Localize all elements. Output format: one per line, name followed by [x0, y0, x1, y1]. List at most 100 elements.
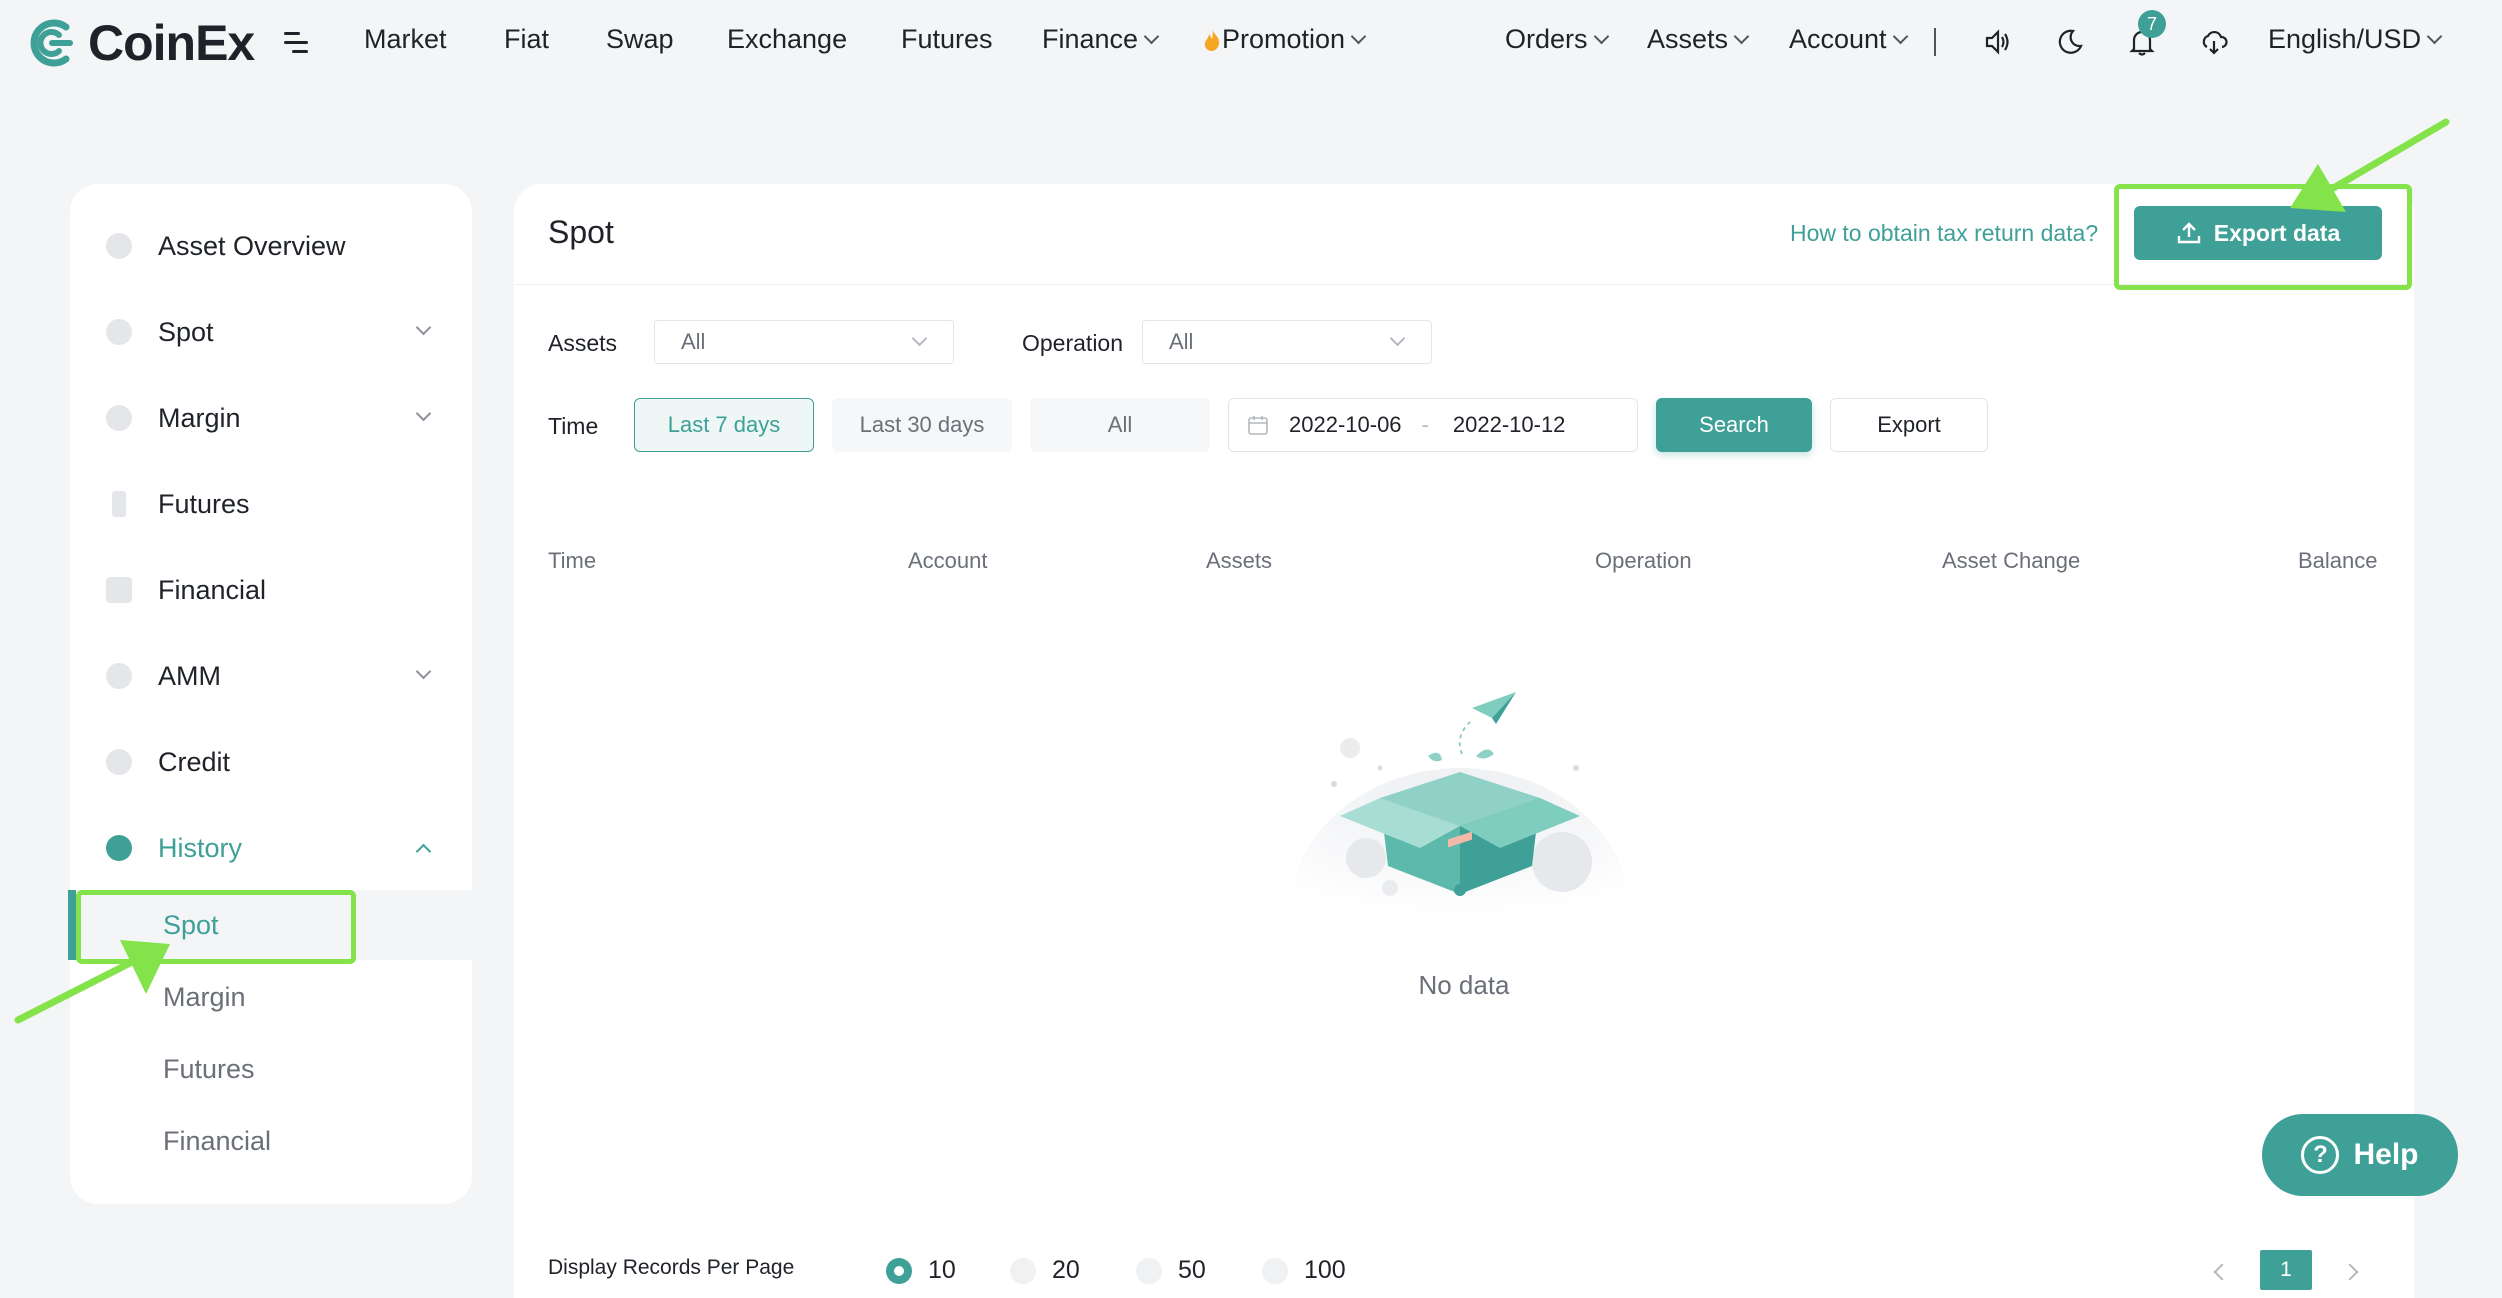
fire-icon — [1204, 28, 1220, 51]
radio-icon — [1010, 1257, 1036, 1284]
nav-orders[interactable]: Orders — [1505, 24, 1609, 55]
sidebar-subitem-history-margin[interactable]: Margin — [70, 962, 472, 1032]
history-spot-highlight-box — [76, 890, 356, 964]
calendar-icon — [1248, 416, 1268, 435]
language-label: English/USD — [2268, 24, 2422, 54]
radio-icon — [886, 1257, 912, 1284]
asset-sidebar: Asset Overview Spot Margin Futures Finan… — [68, 184, 472, 1204]
menu-toggle-icon[interactable] — [284, 32, 308, 54]
sidebar-item-futures[interactable]: Futures — [70, 472, 472, 536]
coinex-logo[interactable]: CoinEx — [26, 15, 255, 71]
operation-select-value: All — [1169, 329, 1194, 354]
coinex-logo-icon — [30, 19, 73, 67]
spot-history-panel: Spot How to obtain tax return data? Expo… — [514, 184, 2414, 1298]
nav-finance-label: Finance — [1042, 24, 1139, 54]
operation-select[interactable]: All — [1142, 320, 1432, 364]
sidebar-subitem-history-futures[interactable]: Futures — [70, 1034, 472, 1104]
help-label: Help — [2353, 1138, 2419, 1171]
nav-exchange[interactable]: Exchange — [727, 24, 847, 55]
nav-orders-label: Orders — [1505, 24, 1588, 54]
per-page-option-50[interactable]: 50 — [1136, 1256, 1206, 1285]
nav-futures[interactable]: Futures — [901, 24, 993, 55]
per-page-option-100[interactable]: 100 — [1262, 1256, 1346, 1285]
export-button[interactable]: Export — [1830, 398, 1988, 452]
per-page-value: 100 — [1304, 1256, 1346, 1284]
chevron-down-icon — [1143, 28, 1160, 45]
export-data-highlight-box — [2114, 184, 2412, 290]
sidebar-item-label: Credit — [158, 746, 231, 777]
search-button[interactable]: Search — [1656, 398, 1812, 452]
time-last-30-days-button[interactable]: Last 30 days — [832, 398, 1012, 452]
time-all-button[interactable]: All — [1030, 398, 1210, 452]
assets-select[interactable]: All — [654, 320, 954, 364]
sidebar-item-margin[interactable]: Margin — [70, 386, 472, 450]
sidebar-item-label: AMM — [158, 660, 221, 691]
radio-icon — [1262, 1257, 1288, 1284]
chevron-down-icon — [415, 319, 432, 336]
per-page-label: Display Records Per Page — [548, 1256, 795, 1279]
sidebar-item-asset-overview[interactable]: Asset Overview — [70, 214, 472, 278]
sidebar-item-label: Financial — [158, 574, 267, 605]
nav-promotion-label: Promotion — [1222, 24, 1346, 54]
page-title: Spot — [548, 214, 614, 250]
nav-fiat[interactable]: Fiat — [504, 24, 549, 55]
sidebar-item-label: Asset Overview — [158, 230, 346, 261]
column-header-assets: Assets — [1206, 548, 1273, 573]
sidebar-item-credit[interactable]: Credit — [70, 730, 472, 794]
empty-state-text: No data — [1418, 970, 1510, 1000]
date-separator: - — [1421, 412, 1429, 437]
empty-box-illustration — [1288, 692, 1632, 918]
nav-market[interactable]: Market — [364, 24, 447, 55]
sidebar-item-spot[interactable]: Spot — [70, 300, 472, 364]
tax-return-link[interactable]: How to obtain tax return data? — [1790, 220, 2098, 247]
sidebar-subitem-label: Financial — [163, 1125, 272, 1156]
nav-assets[interactable]: Assets — [1647, 24, 1750, 55]
assets-select-value: All — [681, 329, 706, 354]
nav-finance[interactable]: Finance — [1042, 24, 1160, 55]
sound-icon[interactable] — [1980, 24, 2016, 60]
chevron-down-icon — [911, 330, 928, 347]
per-page-value: 10 — [928, 1256, 956, 1284]
sidebar-item-financial[interactable]: Financial — [70, 558, 472, 622]
sidebar-item-amm[interactable]: AMM — [70, 644, 472, 708]
time-last-7-days-button[interactable]: Last 7 days — [634, 398, 814, 452]
date-range-picker[interactable]: 2022-10-06 - 2022-10-12 — [1228, 398, 1638, 452]
sidebar-item-label: Spot — [158, 316, 214, 347]
sidebar-item-history[interactable]: History — [70, 816, 472, 880]
radio-icon — [1136, 1257, 1162, 1284]
futures-icon — [112, 491, 126, 517]
per-page-value: 20 — [1052, 1256, 1080, 1284]
column-header-asset-change: Asset Change — [1942, 548, 2081, 573]
chevron-down-icon — [1892, 28, 1908, 45]
sidebar-item-label: Futures — [158, 488, 250, 519]
chevron-down-icon — [415, 663, 432, 680]
language-selector[interactable]: English/USD — [2268, 24, 2443, 55]
column-header-time: Time — [548, 548, 597, 573]
top-navbar: CoinEx Market Fiat Swap Exchange Futures… — [0, 0, 2502, 86]
page-number-current[interactable]: 1 — [2260, 1250, 2312, 1290]
nav-divider — [1934, 28, 1936, 56]
nav-account[interactable]: Account — [1789, 24, 1908, 55]
help-button[interactable]: ? Help — [2262, 1114, 2458, 1196]
financial-icon — [106, 577, 132, 603]
nav-swap[interactable]: Swap — [606, 24, 674, 55]
sidebar-item-label: Margin — [158, 402, 241, 433]
per-page-value: 50 — [1178, 1256, 1206, 1284]
moon-icon[interactable] — [2052, 24, 2088, 60]
nav-promotion[interactable]: Promotion — [1202, 24, 1367, 55]
question-icon: ? — [2301, 1136, 2340, 1174]
chevron-down-icon — [1593, 28, 1609, 45]
sidebar-subitem-history-financial[interactable]: Financial — [70, 1106, 472, 1176]
download-cloud-icon[interactable] — [2196, 24, 2232, 60]
per-page-option-10[interactable]: 10 — [886, 1256, 956, 1285]
credit-icon — [106, 749, 132, 775]
per-page-option-20[interactable]: 20 — [1010, 1256, 1080, 1285]
sidebar-subitem-label: Futures — [163, 1053, 255, 1084]
amm-icon — [106, 663, 132, 689]
operation-filter-label: Operation — [1022, 330, 1124, 356]
chevron-up-icon — [415, 843, 432, 860]
nav-assets-label: Assets — [1647, 24, 1729, 54]
assets-filter-label: Assets — [548, 330, 618, 356]
chevron-left-icon[interactable] — [2213, 1263, 2231, 1281]
chevron-right-icon[interactable] — [2341, 1263, 2359, 1281]
